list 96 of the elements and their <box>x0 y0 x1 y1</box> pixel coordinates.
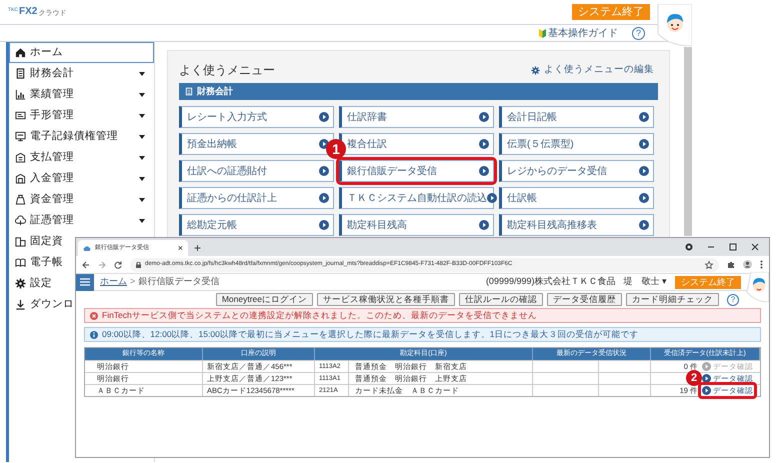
sidebar-item[interactable]: 支払管理 <box>9 147 154 168</box>
menu-icon <box>80 278 90 286</box>
sidebar-item[interactable]: 設定 <box>9 273 54 294</box>
toolbar-button[interactable]: 仕訳ルールの確認 <box>459 293 543 306</box>
menu-button[interactable] <box>76 274 94 290</box>
play-circle-icon <box>639 220 649 230</box>
sidebar-item[interactable]: ホーム <box>9 42 154 63</box>
play-circle-icon <box>702 362 711 371</box>
cloud-icon <box>83 244 91 252</box>
info-alert: 09:00以降、12:00以降、15:00以降で最初に当メニューを選択した際に最新データを受信します。1日につき最大３回の受信が可能です <box>84 327 761 342</box>
sidebar-item[interactable]: 電子帳 <box>9 252 65 273</box>
menu-button[interactable]: 銀行信販データ受信 <box>339 160 494 182</box>
breadcrumb-separator: > <box>130 275 136 288</box>
book-icon <box>15 257 26 268</box>
sidebar-item[interactable]: 手形管理 <box>9 105 154 126</box>
play-circle-icon <box>479 139 489 149</box>
menu-button[interactable]: 会計日記帳 <box>499 106 654 128</box>
profile-icon[interactable] <box>743 260 752 269</box>
play-circle-icon <box>479 112 489 122</box>
play-circle-icon <box>639 166 649 176</box>
play-circle-icon <box>639 193 649 203</box>
card-title: よく使うメニュー <box>179 62 275 79</box>
bag-icon <box>15 194 26 205</box>
sidebar-item[interactable]: 電子記録債権管理 <box>9 126 154 147</box>
menu-button[interactable]: 仕訳帳 <box>499 187 654 209</box>
guide-link[interactable]: 基本操作ガイド <box>539 26 618 40</box>
category-bar: 財務会計 <box>179 83 658 100</box>
star-icon[interactable] <box>705 260 713 268</box>
menu-button[interactable]: 総勘定元帳 <box>179 214 334 236</box>
menu-button[interactable]: 伝票(５伝票型) <box>499 133 654 155</box>
play-circle-icon <box>319 166 329 176</box>
bar-chart-icon <box>15 89 26 100</box>
building-icon <box>15 152 26 163</box>
toolbar-button[interactable]: カード明細チェック <box>626 293 719 306</box>
menu-button[interactable]: 勘定科目残高推移表 <box>499 214 654 236</box>
play-circle-icon <box>487 193 497 203</box>
settings-icon <box>531 66 540 74</box>
user-menu[interactable]: 堤 敬士 ▾ <box>623 275 667 289</box>
building-icon <box>15 173 26 184</box>
menu-button[interactable]: 仕訳への証憑貼付 <box>179 160 334 182</box>
info-icon <box>90 330 98 338</box>
help-button[interactable]: ? <box>632 26 645 40</box>
menu-button[interactable]: 勘定科目残高 <box>339 214 494 236</box>
calculator-icon <box>185 87 193 96</box>
play-circle-icon <box>319 112 329 122</box>
play-circle-icon <box>319 193 329 203</box>
menu-button[interactable]: レシート入力方式 <box>179 106 334 128</box>
play-circle-icon <box>702 374 711 383</box>
new-tab-button[interactable]: + <box>194 240 202 256</box>
menu-button[interactable]: レジからのデータ受信 <box>499 160 654 182</box>
sidebar-item[interactable]: 固定資 <box>9 231 65 252</box>
menu-button[interactable]: 仕訳辞書 <box>339 106 494 128</box>
settings-icon <box>15 278 26 289</box>
sidebar-item[interactable]: 財務会計 <box>9 63 154 84</box>
toolbar-button[interactable]: データ受信履歴 <box>547 293 622 306</box>
sidebar-item[interactable]: 入金管理 <box>9 168 154 189</box>
company-name: (09999/999)株式会社ＴＫＣ食品 <box>486 275 616 288</box>
monitor-icon <box>15 131 26 142</box>
play-circle-icon <box>639 139 649 149</box>
back-arrow-icon[interactable] <box>82 260 90 268</box>
menu-button[interactable]: 証憑からの仕訳計上 <box>179 187 334 209</box>
download-icon <box>15 299 26 310</box>
menu-button[interactable]: 複合仕訳 <box>339 133 494 155</box>
toolbar-button[interactable]: サービス稼働状況と各種手順書 <box>317 293 455 306</box>
breadcrumb-current: 銀行信販データ受信 <box>138 275 220 288</box>
toolbar-button[interactable]: Moneytreeにログイン <box>216 293 313 306</box>
document-icon <box>15 110 26 121</box>
play-circle-icon <box>479 166 489 176</box>
puzzle-icon[interactable] <box>727 260 735 268</box>
play-circle-icon <box>702 386 711 395</box>
sidebar-item[interactable]: 資金管理 <box>9 189 154 210</box>
help-button[interactable]: ? <box>727 294 739 306</box>
building-icon <box>15 236 26 247</box>
error-icon <box>90 312 98 320</box>
close-tab-button[interactable]: × <box>178 244 183 252</box>
calculator-icon <box>15 68 26 79</box>
menu-button[interactable]: 預金出納帳 <box>179 133 334 155</box>
play-circle-icon <box>639 112 649 122</box>
close-icon[interactable] <box>751 243 759 251</box>
record-icon[interactable] <box>685 243 693 251</box>
reload-icon[interactable] <box>114 260 122 268</box>
play-circle-icon <box>319 220 329 230</box>
sidebar-item[interactable]: 業績管理 <box>9 84 154 105</box>
more-icon[interactable] <box>760 260 763 269</box>
lock-icon <box>136 262 141 268</box>
sidebar-item[interactable]: ダウンロ <box>9 294 76 315</box>
menu-button[interactable]: ＴＫＣシステム自動仕訳の読込 <box>339 187 494 209</box>
edit-menu-link[interactable]: よく使うメニューの編集 <box>531 62 654 78</box>
cloud-icon <box>15 215 26 226</box>
beginner-mark-icon <box>539 28 546 38</box>
error-alert: FinTechサービス側で当システムとの連携設定が解除されました。このため、最新のデータを受信できません <box>84 308 761 323</box>
home-icon <box>15 47 26 58</box>
breadcrumb-home-link[interactable]: ホーム <box>100 275 127 289</box>
maximize-icon[interactable] <box>729 243 737 251</box>
sidebar-item[interactable]: 証憑管理 <box>9 210 154 231</box>
play-circle-icon <box>479 220 489 230</box>
